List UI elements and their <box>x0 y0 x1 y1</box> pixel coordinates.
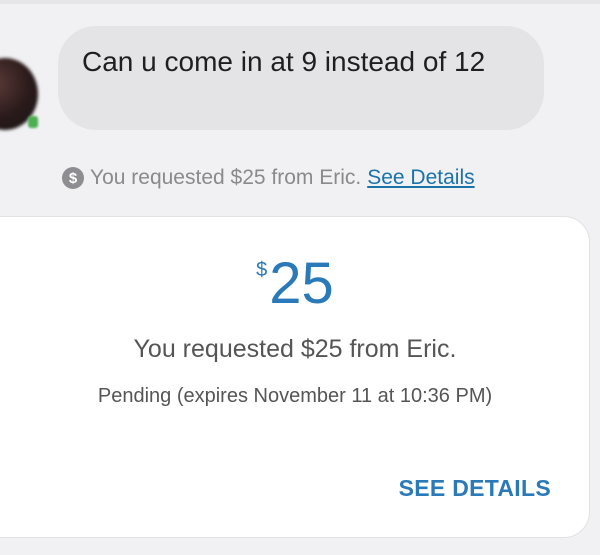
currency-symbol: $ <box>256 259 268 281</box>
request-description: You requested $25 from Eric. <box>133 335 457 363</box>
payment-notice: $ You requested $25 from Eric. See Detai… <box>62 166 475 190</box>
dollar-circle-icon: $ <box>62 167 84 189</box>
top-divider <box>0 0 600 4</box>
message-bubble[interactable]: Can u come in at 9 instead of 12 <box>58 26 544 130</box>
request-status: Pending (expires November 11 at 10:36 PM… <box>97 385 493 407</box>
see-details-link[interactable]: See Details <box>367 166 474 190</box>
message-text: Can u come in at 9 instead of 12 <box>82 46 486 77</box>
amount-value: 25 <box>269 251 334 316</box>
online-status-indicator <box>28 116 38 128</box>
request-amount: $25 <box>0 251 590 317</box>
see-details-button[interactable]: SEE DETAILS <box>399 475 551 502</box>
notice-text: You requested $25 from Eric. <box>90 166 362 189</box>
payment-request-card[interactable]: $25 You requested $25 from Eric. Pending… <box>0 216 590 538</box>
